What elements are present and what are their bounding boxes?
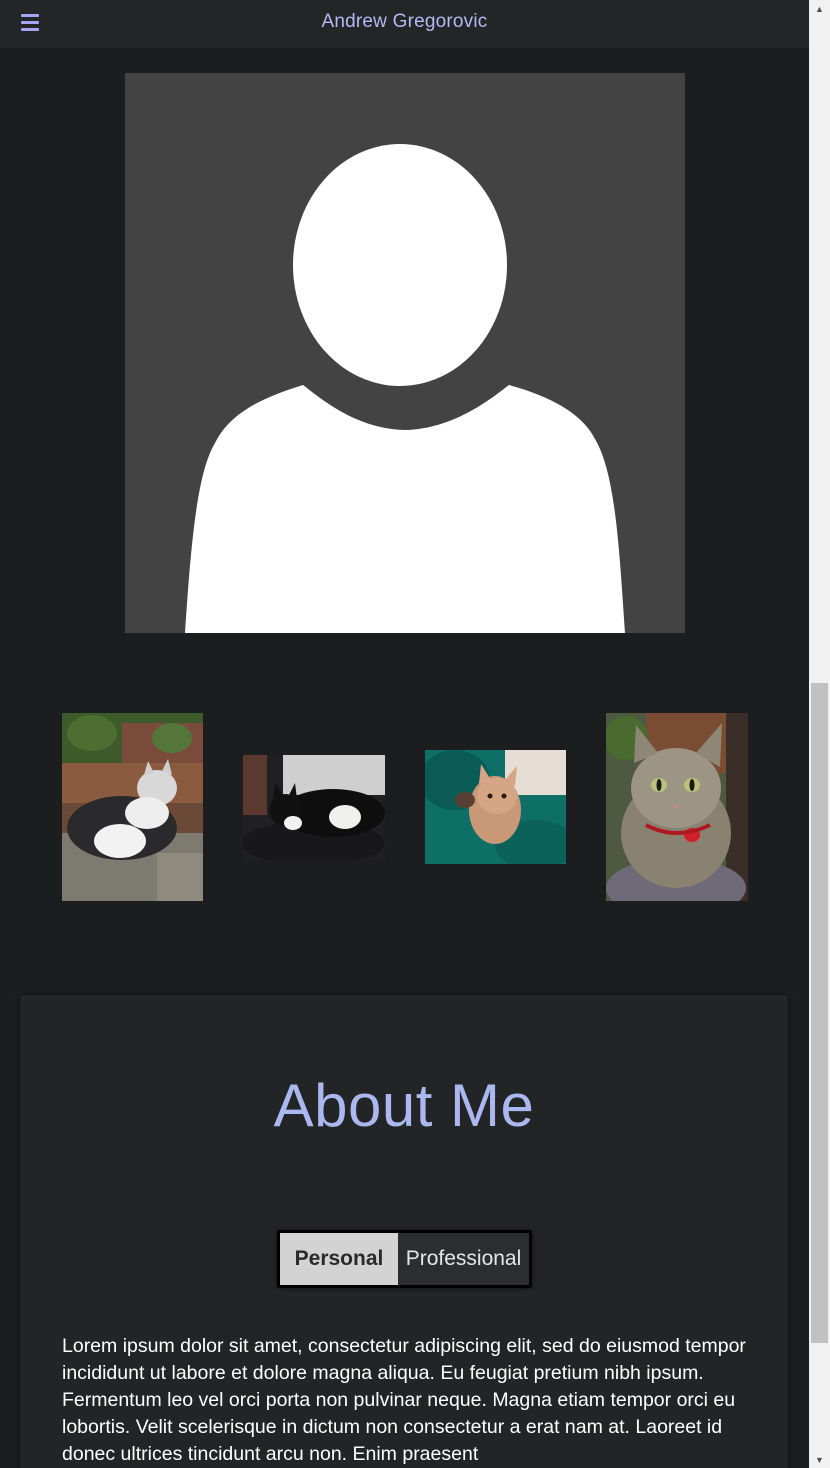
tab-professional[interactable]: Professional — [398, 1233, 529, 1285]
vertical-scrollbar[interactable]: ▲ ▼ — [809, 0, 830, 1468]
page: Andrew Gregorovic About Me Personal Prof… — [0, 0, 809, 1468]
default-user-silhouette-icon — [185, 144, 625, 633]
about-me-heading: About Me — [273, 1072, 535, 1139]
scroll-up-arrow-icon[interactable]: ▲ — [809, 0, 830, 17]
profile-avatar — [125, 73, 685, 633]
cat-photo-2[interactable] — [243, 755, 385, 861]
about-tab-toggle: Personal Professional — [277, 1230, 532, 1288]
scrollbar-thumb[interactable] — [811, 683, 828, 1343]
cat-photo-4[interactable] — [606, 713, 748, 901]
about-me-card: About Me Personal Professional Lorem ips… — [20, 995, 788, 1468]
cat-photo-3[interactable] — [425, 750, 566, 864]
tab-personal[interactable]: Personal — [280, 1233, 398, 1285]
about-me-text: Lorem ipsum dolor sit amet, consectetur … — [62, 1335, 746, 1465]
cat-photo-1[interactable] — [62, 713, 203, 901]
scroll-down-arrow-icon[interactable]: ▼ — [809, 1451, 830, 1468]
site-title[interactable]: Andrew Gregorovic — [0, 11, 809, 33]
top-navigation-bar: Andrew Gregorovic — [0, 0, 809, 48]
cat-photo-gallery — [0, 700, 809, 910]
